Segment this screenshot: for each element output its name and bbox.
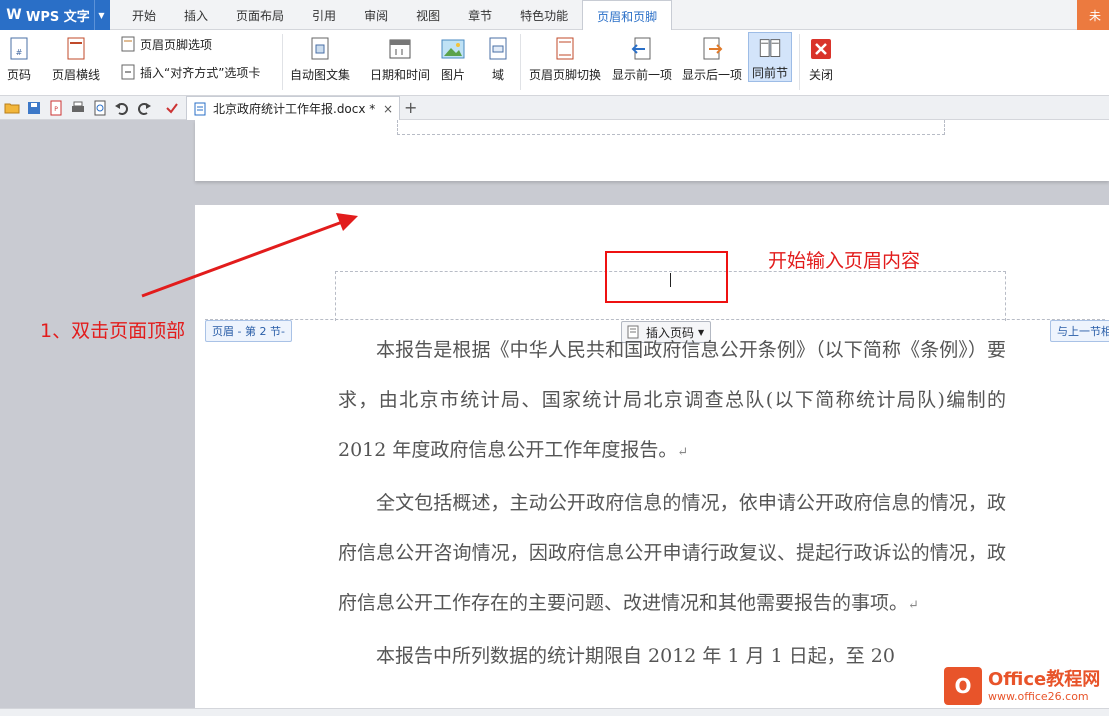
ribbon-separator (799, 34, 800, 90)
menu-tabs: 开始 插入 页面布局 引用 审阅 视图 章节 特色功能 页眉和页脚 (118, 0, 673, 31)
same-as-previous-label: 与上一节相 (1050, 320, 1109, 342)
quick-access-toolbar: P 北京政府统计工作年报.docx * × + (0, 96, 1109, 120)
show-next-button[interactable]: 显示后一项 (682, 32, 742, 83)
tab-features[interactable]: 特色功能 (506, 0, 582, 30)
show-previous-icon (631, 37, 651, 60)
previous-page-footer-boundary (397, 120, 945, 135)
print-icon[interactable] (70, 100, 86, 116)
header-line-button[interactable]: 页眉横线 (52, 32, 100, 83)
tab-view[interactable]: 视图 (402, 0, 454, 30)
tab-references[interactable]: 引用 (298, 0, 350, 30)
page-number-button[interactable]: # 页码 (6, 32, 32, 83)
field-icon (489, 37, 507, 60)
app-name: WPS 文字 (26, 9, 90, 25)
auto-text-button[interactable]: 自动图文集 (290, 32, 350, 83)
annotation-start-typing: 开始输入页眉内容 (768, 250, 921, 272)
switch-header-footer-button[interactable]: 页眉页脚切换 (529, 32, 601, 83)
auto-text-icon (311, 37, 329, 60)
watermark-logo: O Office教程网 www.office26.com (944, 664, 1109, 708)
header-section-label: 页眉 - 第 2 节- (205, 320, 292, 342)
close-header-footer-button[interactable]: 关闭 (808, 32, 834, 83)
export-pdf-icon[interactable]: P (48, 100, 64, 116)
picture-button[interactable]: 图片 (440, 32, 466, 83)
paragraph-1: 本报告是根据《中华人民共和国政府信息公开条例》（以下简称《条例》）要求，由北京市… (338, 339, 1006, 461)
tab-insert[interactable]: 插入 (170, 0, 222, 30)
undo-icon[interactable] (114, 100, 130, 116)
document-tab-title: 北京政府统计工作年报.docx * (213, 102, 376, 116)
tab-page-layout[interactable]: 页面布局 (222, 0, 298, 30)
office-logo-icon: O (944, 667, 982, 705)
status-bar (0, 708, 1109, 716)
document-icon (194, 102, 206, 115)
calendar-icon (389, 39, 411, 59)
options-icon (121, 36, 135, 52)
text-cursor (670, 273, 671, 287)
app-dropdown-icon[interactable]: ▼ (94, 0, 108, 30)
switch-icon (556, 37, 574, 60)
tab-review[interactable]: 审阅 (350, 0, 402, 30)
customize-toolbar-icon[interactable] (164, 100, 180, 116)
redo-icon[interactable] (136, 100, 152, 116)
annotation-arrow (141, 213, 358, 298)
menu-bar: W WPS 文字 ▼ 开始 插入 页面布局 引用 审阅 视图 章节 特色功能 页… (0, 0, 1109, 31)
close-tab-icon[interactable]: × (383, 102, 393, 116)
same-as-previous-icon (759, 39, 781, 57)
paragraph-2: 全文包括概述，主动公开政府信息的情况，依申请公开政府信息的情况，政府信息公开咨询… (338, 492, 1006, 614)
account-tab[interactable]: 未 (1077, 0, 1109, 30)
field-button[interactable]: 域 (485, 32, 511, 83)
svg-text:P: P (54, 106, 58, 113)
print-preview-icon[interactable] (92, 100, 108, 116)
document-body[interactable]: 本报告是根据《中华人民共和国政府信息公开条例》（以下简称《条例》）要求，由北京市… (338, 325, 1006, 681)
wps-logo-icon: W (6, 7, 22, 23)
paragraph-3: 本报告中所列数据的统计期限自 2012 年 1 月 1 日起，至 20 (376, 645, 895, 667)
save-icon[interactable] (26, 100, 42, 116)
insert-align-tab-button[interactable]: 插入“对齐方式”选项卡 (120, 62, 260, 82)
document-workspace[interactable]: 页眉 - 第 2 节- 与上一节相 插入页码 ▼ 本报告是根据《中华人民共和国政… (0, 120, 1109, 708)
header-input-highlight (605, 251, 728, 303)
page-number-icon: # (10, 37, 28, 60)
close-icon (811, 39, 831, 59)
insert-align-icon (121, 64, 135, 80)
app-menu-button[interactable]: W WPS 文字 ▼ (0, 0, 110, 30)
datetime-button[interactable]: 日期和时间 (370, 32, 430, 83)
same-as-previous-button[interactable]: 同前节 (748, 32, 792, 82)
new-tab-icon[interactable]: + (404, 98, 417, 117)
show-previous-button[interactable]: 显示前一项 (612, 32, 672, 83)
annotation-step-1: 1、双击页面顶部 (40, 320, 186, 342)
open-folder-icon[interactable] (4, 100, 20, 116)
svg-text:#: # (16, 48, 23, 57)
picture-icon (441, 39, 465, 59)
document-tab[interactable]: 北京政府统计工作年报.docx * × (186, 96, 400, 120)
header-line-icon (67, 37, 85, 60)
ribbon-separator (520, 34, 521, 90)
tab-header-footer[interactable]: 页眉和页脚 (582, 0, 673, 31)
ribbon: # 页码 页眉横线 页眉页脚选项 插入“对齐方式”选项卡 自动图文集 日期和时间… (0, 30, 1109, 96)
tab-sections[interactable]: 章节 (454, 0, 506, 30)
show-next-icon (703, 37, 723, 60)
ribbon-separator (282, 34, 283, 90)
header-footer-options-button[interactable]: 页眉页脚选项 (120, 34, 212, 54)
tab-start[interactable]: 开始 (118, 0, 170, 30)
